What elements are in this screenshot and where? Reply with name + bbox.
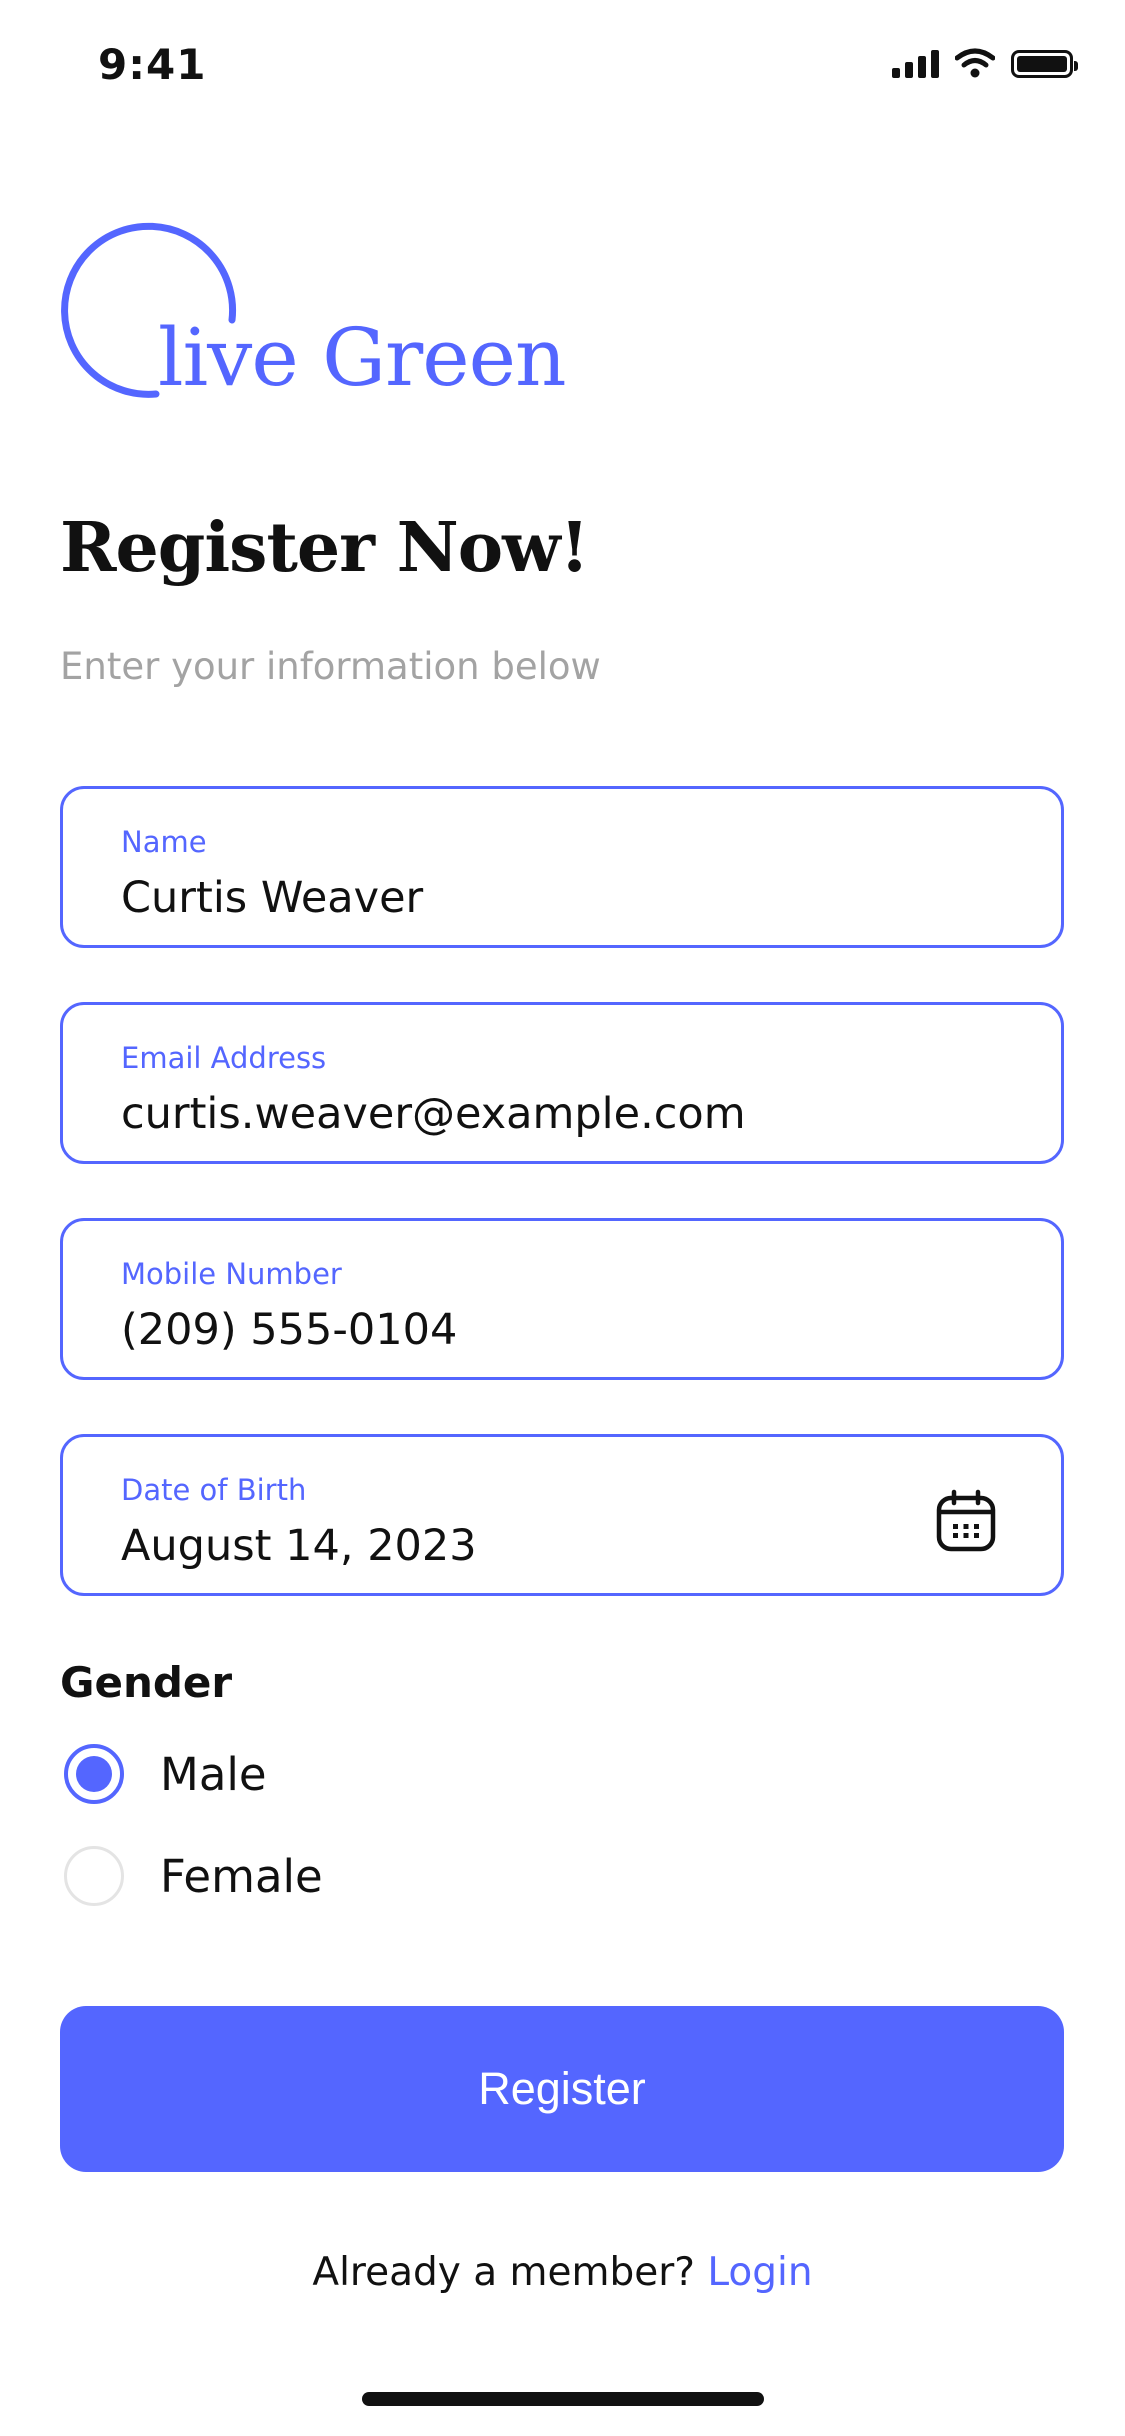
radio-unselected-icon[interactable] bbox=[64, 1846, 124, 1906]
login-prompt: Already a member? Login bbox=[0, 2250, 1125, 2295]
brand-name: live Green bbox=[158, 311, 566, 404]
email-field[interactable]: Email Address curtis.weaver@example.com bbox=[60, 1002, 1064, 1164]
date-of-birth-label: Date of Birth bbox=[121, 1473, 307, 1507]
date-of-birth-field[interactable]: Date of Birth August 14, 2023 bbox=[60, 1434, 1064, 1596]
page-subtitle: Enter your information below bbox=[60, 645, 601, 688]
login-link[interactable]: Login bbox=[707, 2250, 812, 2295]
gender-option-label: Male bbox=[160, 1747, 267, 1801]
radio-selected-icon[interactable] bbox=[64, 1744, 124, 1804]
battery-icon bbox=[1011, 50, 1078, 78]
register-button[interactable]: Register bbox=[60, 2006, 1064, 2172]
gender-label: Gender bbox=[60, 1658, 233, 1707]
name-field[interactable]: Name Curtis Weaver bbox=[60, 786, 1064, 948]
calendar-icon[interactable] bbox=[935, 1489, 997, 1553]
home-indicator[interactable] bbox=[362, 2392, 764, 2406]
mobile-field-label: Mobile Number bbox=[121, 1257, 342, 1291]
status-time: 9:41 bbox=[98, 40, 207, 89]
login-prompt-text: Already a member? bbox=[312, 2250, 695, 2295]
page-title: Register Now! bbox=[60, 508, 590, 588]
name-field-value[interactable]: Curtis Weaver bbox=[121, 873, 423, 923]
mobile-field-value[interactable]: (209) 555-0104 bbox=[121, 1305, 457, 1355]
name-field-label: Name bbox=[121, 825, 207, 859]
cellular-signal-icon bbox=[892, 48, 939, 78]
status-icons bbox=[892, 48, 1078, 78]
email-field-value[interactable]: curtis.weaver@example.com bbox=[121, 1089, 746, 1139]
gender-option-female[interactable]: Female bbox=[64, 1846, 323, 1906]
email-field-label: Email Address bbox=[121, 1041, 327, 1075]
mobile-field[interactable]: Mobile Number (209) 555-0104 bbox=[60, 1218, 1064, 1380]
gender-option-label: Female bbox=[160, 1849, 323, 1903]
gender-option-male[interactable]: Male bbox=[64, 1744, 267, 1804]
wifi-icon bbox=[955, 48, 995, 78]
date-of-birth-value[interactable]: August 14, 2023 bbox=[121, 1521, 477, 1571]
